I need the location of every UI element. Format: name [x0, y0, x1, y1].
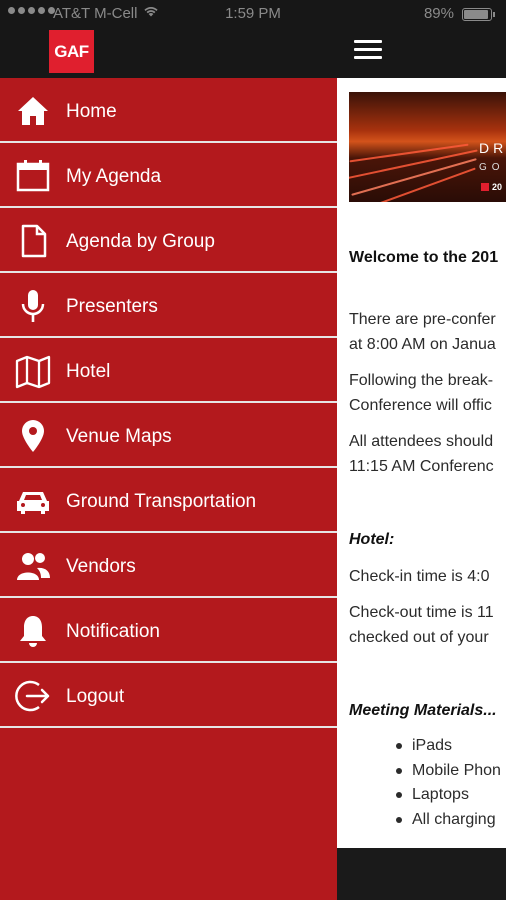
paragraph-text: There are pre-confer — [349, 311, 496, 328]
menu-item-label: Notification — [66, 621, 160, 642]
hero-subtitle: GO — [479, 162, 505, 173]
menu-item-vendors[interactable]: Vendors — [0, 535, 337, 598]
content-panel[interactable]: DR GO 20 Welcome to the 201 There are pr… — [337, 78, 506, 848]
content-bottom-bar — [337, 848, 506, 900]
checkout-text: checked out of your — [349, 629, 489, 646]
hero-banner-image: DR GO 20 — [349, 92, 506, 202]
document-icon — [21, 224, 47, 258]
microphone-icon — [21, 290, 45, 322]
paragraph-text: at 8:00 AM on Janua — [349, 336, 496, 353]
list-item: All charging — [349, 808, 501, 833]
users-icon — [17, 553, 50, 580]
car-icon — [17, 492, 49, 514]
location-pin-icon — [22, 420, 44, 452]
menu-item-logout[interactable]: Logout — [0, 665, 337, 728]
logout-icon — [15, 680, 50, 712]
menu-item-agenda-by-group[interactable]: Agenda by Group — [0, 210, 337, 273]
checkout-text: Check-out time is 11 — [349, 604, 494, 621]
menu-item-ground-transportation[interactable]: Ground Transportation — [0, 470, 337, 533]
mini-logo — [481, 183, 489, 191]
menu-item-label: My Agenda — [66, 166, 162, 187]
app-bar: GAF — [0, 28, 506, 78]
battery-percent: 89% — [423, 5, 454, 22]
menu-item-label: Presenters — [66, 296, 158, 317]
hotel-heading: Hotel: — [349, 531, 395, 548]
gaf-logo: GAF — [49, 30, 94, 73]
paragraph-text: 11:15 AM Conferenc — [349, 458, 494, 475]
list-item: iPads — [349, 734, 501, 759]
paragraph-text: All attendees should — [349, 433, 494, 450]
menu-item-label: Hotel — [66, 361, 111, 382]
menu-item-label: Venue Maps — [66, 426, 172, 447]
menu-item-my-agenda[interactable]: My Agenda — [0, 145, 337, 208]
navigation-drawer: Home My Agenda Agenda by Group Presenter… — [0, 78, 337, 900]
calendar-icon — [16, 160, 50, 192]
paragraph-text: Following the break- — [349, 372, 494, 389]
status-bar: AT&T M-Cell 1:59 PM 89% — [0, 0, 506, 28]
paragraph-text: Conference will offic — [349, 397, 492, 414]
list-item: Laptops — [349, 783, 501, 808]
map-icon — [15, 355, 51, 389]
materials-list: iPads Mobile Phon Laptops All charging — [349, 734, 501, 832]
hero-title: DR — [479, 140, 506, 156]
menu-item-label: Home — [66, 101, 117, 122]
menu-item-label: Agenda by Group — [66, 231, 215, 252]
menu-item-label: Ground Transportation — [66, 491, 257, 512]
meeting-materials-heading: Meeting Materials... — [349, 702, 497, 719]
list-item: Mobile Phon — [349, 759, 501, 784]
menu-item-notification[interactable]: Notification — [0, 600, 337, 663]
checkin-text: Check-in time is 4:0 — [349, 568, 490, 585]
menu-item-venue-maps[interactable]: Venue Maps — [0, 405, 337, 468]
menu-item-hotel[interactable]: Hotel — [0, 340, 337, 403]
menu-item-presenters[interactable]: Presenters — [0, 275, 337, 338]
hero-year: 20 — [492, 182, 503, 192]
battery-icon — [462, 8, 495, 21]
menu-item-label: Logout — [66, 686, 125, 707]
home-icon — [18, 97, 48, 125]
menu-item-label: Vendors — [66, 556, 136, 577]
bell-icon — [20, 616, 46, 647]
menu-item-home[interactable]: Home — [0, 80, 337, 143]
welcome-heading: Welcome to the 201 — [349, 249, 499, 266]
hamburger-menu-icon[interactable] — [354, 40, 382, 64]
